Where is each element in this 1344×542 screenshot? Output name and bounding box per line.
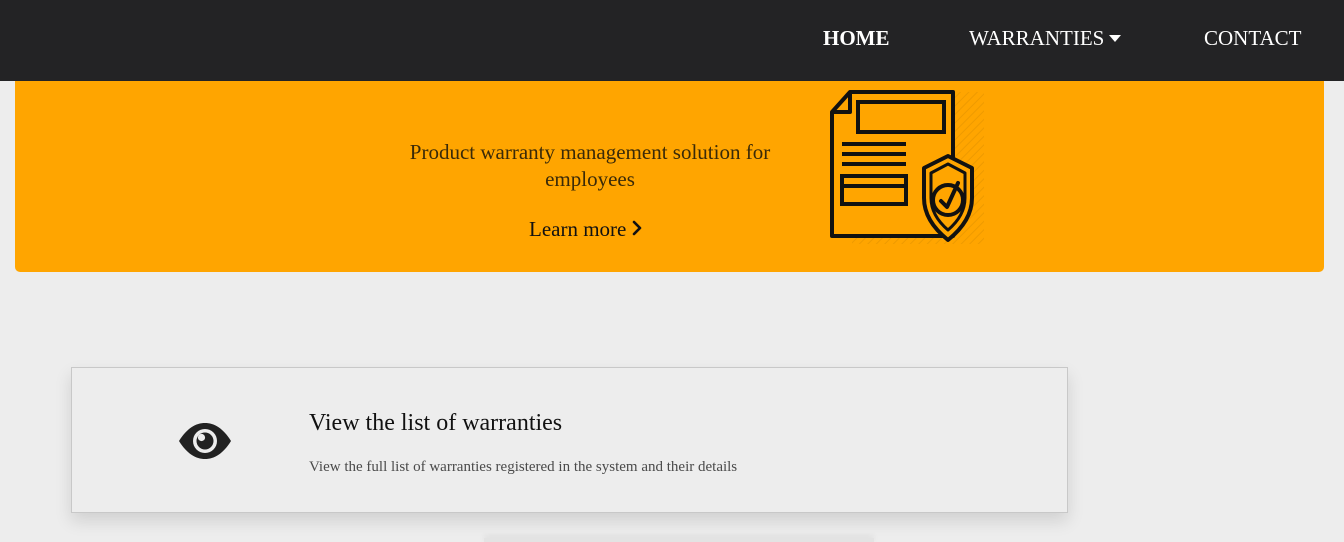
next-card-peek [484, 538, 874, 542]
hero-banner: Product warranty management solution for… [15, 81, 1324, 272]
nav-item-warranties[interactable]: WARRANTIES [969, 24, 1122, 52]
card-title: View the list of warranties [309, 410, 563, 436]
chevron-right-icon [632, 215, 642, 243]
learn-more-label: Learn more [529, 217, 627, 241]
nav-item-warranties-label: WARRANTIES [969, 26, 1105, 50]
top-navbar: HOME WARRANTIES CONTACT [0, 0, 1344, 81]
nav-item-contact[interactable]: CONTACT [1204, 24, 1301, 52]
hero-tagline: Product warranty management solution for… [409, 140, 771, 191]
nav-item-home[interactable]: HOME [823, 24, 890, 52]
document-shield-icon [828, 88, 988, 248]
eye-icon [177, 422, 233, 460]
card-description: View the full list of warranties registe… [309, 459, 738, 475]
view-warranties-card[interactable]: View the list of warranties View the ful… [71, 367, 1068, 513]
learn-more-link[interactable]: Learn more [529, 215, 642, 245]
caret-down-icon [1109, 34, 1122, 42]
